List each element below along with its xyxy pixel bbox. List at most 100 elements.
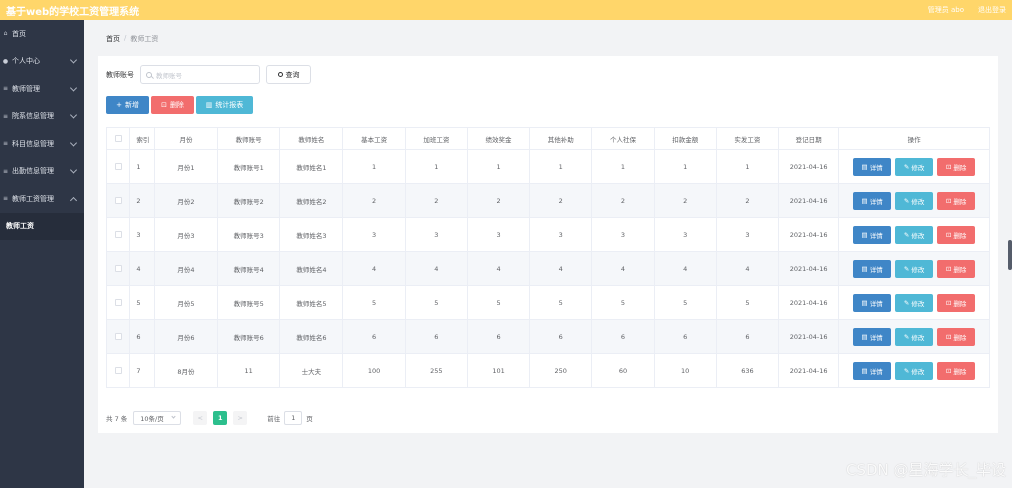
column-header: 操作 <box>839 128 990 150</box>
detail-button[interactable]: ▤ 详情 <box>853 157 892 176</box>
table-cell: 月份2 <box>154 184 219 218</box>
row-checkbox[interactable] <box>114 333 122 340</box>
row-checkbox[interactable] <box>114 367 122 374</box>
detail-button[interactable]: ▤ 详情 <box>853 361 892 380</box>
file-icon: ▤ <box>861 332 868 341</box>
table-cell: 1 <box>343 150 406 184</box>
sidebar-item-label: 个人中心 <box>12 57 40 66</box>
edit-button[interactable]: ✎ 修改 <box>895 225 934 244</box>
breadcrumb-home[interactable]: 首页 <box>106 34 120 44</box>
table-cell: 3 <box>654 218 717 252</box>
table-row: 3 月份3 教师账号3 教师姓名3 3 3 3 3 3 3 3 2021-04-16 ▤ 详情 ✎ 修改 ⊡ 删除 <box>107 218 990 252</box>
delete-button[interactable]: ⊡ 删除 <box>937 259 976 278</box>
edit-button[interactable]: ✎ 修改 <box>895 191 934 210</box>
breadcrumb-current: 教师工资 <box>130 35 159 43</box>
table-cell: 2021-04-16 <box>779 286 840 320</box>
table-cell: 1 <box>405 150 468 184</box>
sidebar-item-salary-management[interactable]: ≡ 教师工资管理 <box>0 185 84 213</box>
table-cell: 2 <box>530 184 593 218</box>
search-input[interactable]: 教师账号 <box>140 65 260 84</box>
current-user[interactable]: 管理员 abo <box>928 5 964 15</box>
sidebar-subitem-teacher-salary[interactable]: 教师工资 <box>0 212 84 240</box>
detail-button-label: 详情 <box>869 333 883 342</box>
pagination: 共 7 条 10条/页 < 1 > 前往 1 页 <box>106 411 313 425</box>
row-actions: ▤ 详情 ✎ 修改 ⊡ 删除 <box>839 218 990 252</box>
add-button[interactable]: + 新增 <box>106 96 149 114</box>
pencil-icon: ✎ <box>903 230 910 239</box>
delete-button[interactable]: ⊡ 删除 <box>937 327 976 346</box>
edit-button[interactable]: ✎ 修改 <box>895 327 934 346</box>
table-cell: 1 <box>716 150 780 184</box>
detail-button[interactable]: ▤ 详情 <box>853 327 892 346</box>
sidebar-item-attendance-management[interactable]: ≡ 出勤信息管理 <box>0 158 84 186</box>
logout-link[interactable]: 退出登录 <box>978 5 1006 15</box>
prev-page-button[interactable]: < <box>193 411 208 425</box>
goto-page-input[interactable]: 1 <box>284 411 303 425</box>
edit-button[interactable]: ✎ 修改 <box>895 259 934 278</box>
batch-delete-button[interactable]: ⊡ 删除 <box>151 96 194 114</box>
delete-button[interactable]: ⊡ 删除 <box>937 293 976 312</box>
query-button[interactable]: 查询 <box>266 65 311 84</box>
trash-icon: ⊡ <box>945 264 952 273</box>
table-cell: 2 <box>130 184 155 218</box>
table-cell: 教师姓名2 <box>280 184 344 218</box>
sidebar: ⌂ 首页 ● 个人中心 ≡ 教师管理 ≡ 院系信息管理 ≡ 科目信息管理 ≡ 出… <box>0 20 84 488</box>
table-row: 6 月份6 教师账号6 教师姓名6 6 6 6 6 6 6 6 2021-04-16 ▤ 详情 ✎ 修改 ⊡ 删除 <box>107 320 990 354</box>
row-checkbox[interactable] <box>114 231 122 238</box>
page-number-current[interactable]: 1 <box>213 411 228 425</box>
table-body: 1 月份1 教师账号1 教师姓名1 1 1 1 1 1 1 1 2021-04-16 ▤ 详情 ✎ 修改 ⊡ 删除… <box>107 150 990 388</box>
table-cell: 2 <box>654 184 717 218</box>
edit-button[interactable]: ✎ 修改 <box>895 293 934 312</box>
delete-button[interactable]: ⊡ 删除 <box>937 157 976 176</box>
sidebar-item-department-management[interactable]: ≡ 院系信息管理 <box>0 103 84 131</box>
table-cell: 2 <box>405 184 468 218</box>
row-actions: ▤ 详情 ✎ 修改 ⊡ 删除 <box>839 286 990 320</box>
top-bar: 基于web的学校工资管理系统 管理员 abo 退出登录 <box>0 0 1012 20</box>
sidebar-item-home[interactable]: ⌂ 首页 <box>0 20 84 48</box>
detail-button[interactable]: ▤ 详情 <box>853 191 892 210</box>
table-cell: 2021-04-16 <box>779 354 840 388</box>
statistics-report-label: 统计报表 <box>215 101 244 109</box>
edit-button[interactable]: ✎ 修改 <box>895 157 934 176</box>
delete-button[interactable]: ⊡ 删除 <box>937 225 976 244</box>
chevron-up-icon <box>69 196 78 204</box>
table-cell: 2021-04-16 <box>779 320 840 354</box>
edit-button[interactable]: ✎ 修改 <box>895 361 934 380</box>
table-row: 1 月份1 教师账号1 教师姓名1 1 1 1 1 1 1 1 2021-04-16 ▤ 详情 ✎ 修改 ⊡ 删除 <box>107 150 990 184</box>
trash-icon: ⊡ <box>945 366 952 375</box>
table-cell: 月份4 <box>154 252 219 286</box>
delete-button[interactable]: ⊡ 删除 <box>937 191 976 210</box>
detail-button[interactable]: ▤ 详情 <box>853 259 892 278</box>
trash-icon: ⊡ <box>945 162 952 171</box>
row-checkbox[interactable] <box>114 197 122 204</box>
sidebar-item-subject-management[interactable]: ≡ 科目信息管理 <box>0 130 84 158</box>
next-page-button[interactable]: > <box>233 411 248 425</box>
scrollbar-handle[interactable] <box>1008 240 1012 270</box>
table-row: 2 月份2 教师账号2 教师姓名2 2 2 2 2 2 2 2 2021-04-16 ▤ 详情 ✎ 修改 ⊡ 删除 <box>107 184 990 218</box>
table-cell: 4 <box>467 252 531 286</box>
page-size-select[interactable]: 10条/页 <box>133 411 182 425</box>
delete-button[interactable]: ⊡ 删除 <box>937 361 976 380</box>
detail-button[interactable]: ▤ 详情 <box>853 225 892 244</box>
edit-button-label: 修改 <box>911 163 925 172</box>
table-cell: 4 <box>592 252 655 286</box>
row-checkbox[interactable] <box>114 265 122 272</box>
row-checkbox[interactable] <box>114 163 122 170</box>
detail-button[interactable]: ▤ 详情 <box>853 293 892 312</box>
plus-icon: + <box>116 101 122 109</box>
edit-button-label: 修改 <box>911 299 925 308</box>
topbar-right: 管理员 abo 退出登录 <box>928 5 1006 15</box>
statistics-report-button[interactable]: ▥ 统计报表 <box>196 96 253 114</box>
sidebar-item-profile[interactable]: ● 个人中心 <box>0 48 84 76</box>
row-checkbox[interactable] <box>114 299 122 306</box>
table-cell: 6 <box>405 320 468 354</box>
pencil-icon: ✎ <box>903 332 910 341</box>
select-all-checkbox[interactable] <box>114 135 122 142</box>
table-cell: 教师账号3 <box>218 218 281 252</box>
salary-table: 索引 月份 教师账号 教师姓名 基本工资 加班工资 绩效奖金 其他补助 个人社保… <box>106 127 990 388</box>
breadcrumb-separator: / <box>124 34 127 42</box>
column-header: 扣款金额 <box>654 128 717 150</box>
sidebar-item-teacher-management[interactable]: ≡ 教师管理 <box>0 75 84 103</box>
edit-button-label: 修改 <box>911 231 925 240</box>
content-card: 教师账号 教师账号 查询 + 新增 ⊡ 删除 ▥ 统计报表 索引 月份 教师账号… <box>98 56 998 433</box>
